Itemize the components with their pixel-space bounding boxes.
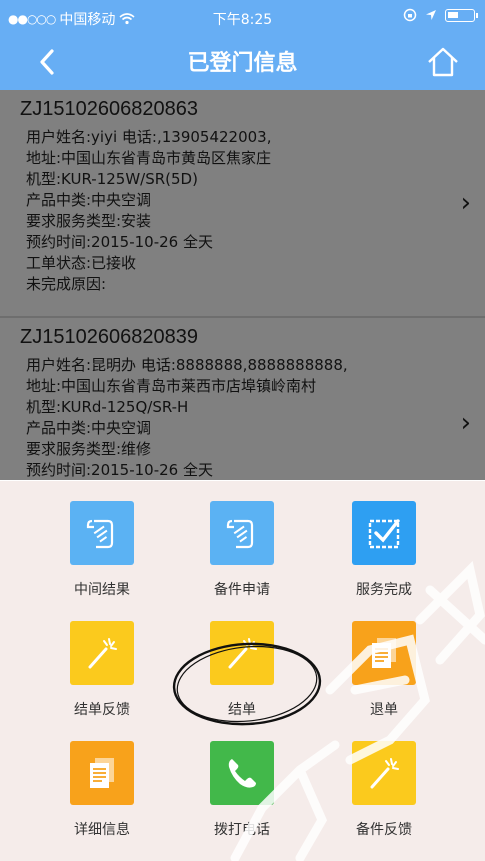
magic-wand-icon xyxy=(210,621,274,685)
order-list: ZJ15102606820863 用户姓名:yiyi 电话:,139054220… xyxy=(0,90,485,480)
order-id: ZJ15102606820839 xyxy=(20,326,198,348)
battery-icon xyxy=(445,8,478,22)
documents-icon xyxy=(352,621,416,685)
document-scroll-icon xyxy=(210,501,274,565)
action-label: 结单 xyxy=(228,702,256,718)
action-label: 中间结果 xyxy=(74,582,130,598)
chevron-right-icon: › xyxy=(460,408,471,438)
action-return-order[interactable]: 退单 xyxy=(324,621,444,719)
order-reason-line: 未完成原因: xyxy=(26,275,107,293)
nav-bar: 已登门信息 xyxy=(0,36,485,90)
action-label: 备件申请 xyxy=(214,582,270,598)
order-service-type-line: 要求服务类型:安装 xyxy=(26,212,152,230)
action-service-complete[interactable]: 服务完成 xyxy=(324,501,444,599)
status-bar: ●●○○○ 中国移动 下午8:25 xyxy=(0,0,485,36)
documents-icon xyxy=(70,741,134,805)
order-model-line: 机型:KURd-125Q/SR-H xyxy=(26,398,189,416)
document-scroll-icon xyxy=(70,501,134,565)
home-button[interactable] xyxy=(425,44,461,80)
order-appointment-line: 预约时间:2015-10-26 全天 xyxy=(26,233,213,251)
action-label: 备件反馈 xyxy=(356,822,412,838)
action-intermediate-result[interactable]: 中间结果 xyxy=(42,501,162,599)
magic-wand-icon xyxy=(70,621,134,685)
chevron-right-icon: › xyxy=(460,188,471,218)
order-item[interactable]: ZJ15102606820863 用户姓名:yiyi 电话:,139054220… xyxy=(0,90,485,318)
page-title: 已登门信息 xyxy=(187,51,298,76)
home-icon xyxy=(428,47,458,77)
order-appointment-line: 预约时间:2015-10-26 全天 xyxy=(26,461,213,479)
action-parts-request[interactable]: 备件申请 xyxy=(182,501,302,599)
status-right-icons xyxy=(403,8,478,22)
order-user-line: 用户姓名:yiyi 电话:,13905422003, xyxy=(26,128,272,146)
order-id: ZJ15102606820863 xyxy=(20,98,198,120)
order-user-line: 用户姓名:昆明办 电话:8888888,8888888888, xyxy=(26,356,348,374)
location-arrow-icon xyxy=(426,10,436,20)
action-label: 拨打电话 xyxy=(214,822,270,838)
checkbox-icon xyxy=(352,501,416,565)
order-status-line: 工单状态:已接收 xyxy=(26,254,137,272)
action-label: 退单 xyxy=(370,702,398,718)
order-address-line: 地址:中国山东省青岛市莱西市店埠镇岭南村 xyxy=(26,377,317,395)
order-item[interactable]: ZJ15102606820839 用户姓名:昆明办 电话:8888888,888… xyxy=(0,318,485,480)
action-parts-feedback[interactable]: 备件反馈 xyxy=(324,741,444,839)
order-address-line: 地址:中国山东省青岛市黄岛区焦家庄 xyxy=(26,149,272,167)
action-call-phone[interactable]: 拨打电话 xyxy=(182,741,302,839)
order-service-type-line: 要求服务类型:维修 xyxy=(26,440,152,458)
magic-wand-icon xyxy=(352,741,416,805)
order-category-line: 产品中类:中央空调 xyxy=(26,191,152,209)
action-label: 结单反馈 xyxy=(74,702,130,718)
action-close-order[interactable]: 结单 xyxy=(182,621,302,719)
phone-icon xyxy=(210,741,274,805)
header-bar: ●●○○○ 中国移动 下午8:25 已登门信息 xyxy=(0,0,485,90)
order-category-line: 产品中类:中央空调 xyxy=(26,419,152,437)
action-label: 详细信息 xyxy=(74,822,130,838)
action-details[interactable]: 详细信息 xyxy=(42,741,162,839)
action-close-feedback[interactable]: 结单反馈 xyxy=(42,621,162,719)
rotation-lock-icon xyxy=(403,8,417,22)
action-sheet: 中间结果 备件申请 服务完成 结单反馈 结单 退单 详细信息 拨打电话 备件反馈 xyxy=(0,481,485,861)
action-label: 服务完成 xyxy=(356,582,412,598)
order-model-line: 机型:KUR-125W/SR(5D) xyxy=(26,170,198,188)
